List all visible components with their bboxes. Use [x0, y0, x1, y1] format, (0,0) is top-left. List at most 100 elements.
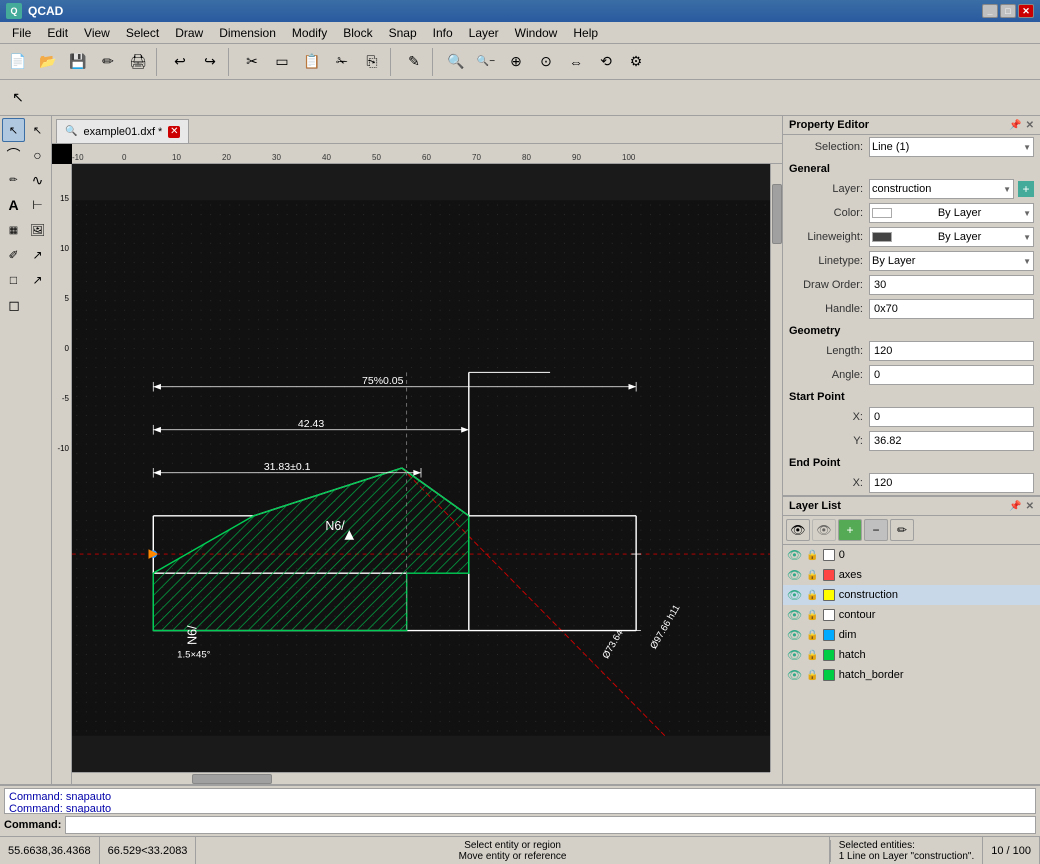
menu-edit[interactable]: Edit [39, 24, 76, 42]
toolbar-sep-4 [432, 48, 438, 76]
cut-entity-button[interactable]: ✂ [238, 48, 266, 76]
redo-button[interactable]: ↪ [196, 48, 224, 76]
cut-button[interactable]: ✁ [328, 48, 356, 76]
pencil-button[interactable]: ✎ [400, 48, 428, 76]
selection-dropdown[interactable]: Line (1) ▼ [869, 137, 1034, 157]
color-dropdown[interactable]: By Layer ▼ [869, 203, 1034, 223]
file-tab[interactable]: 🔍 example01.dxf * ✕ [56, 119, 189, 143]
layer-add-button[interactable]: + [838, 519, 862, 541]
tab-close-button[interactable]: ✕ [168, 126, 180, 138]
menu-modify[interactable]: Modify [284, 24, 335, 42]
select-arrow-tool[interactable]: ↖ [2, 118, 25, 142]
spline-tool[interactable]: ∿ [26, 168, 49, 192]
startx-value: 0 [869, 407, 1034, 427]
menubar: File Edit View Select Draw Dimension Mod… [0, 22, 1040, 44]
menu-view[interactable]: View [76, 24, 118, 42]
menu-block[interactable]: Block [335, 24, 380, 42]
layer-add-button[interactable]: + [1018, 181, 1034, 197]
zoom-window-button[interactable]: ⊙ [532, 48, 560, 76]
layer-lock-icon[interactable]: 🔒 [806, 590, 818, 601]
layer-eye-icon[interactable]: 👁 [787, 608, 802, 622]
layer-lock-icon[interactable]: 🔒 [806, 630, 818, 641]
new-button[interactable]: 📄 [4, 48, 32, 76]
layer-eye-icon[interactable]: 👁 [787, 548, 802, 562]
hscroll-thumb[interactable] [192, 774, 272, 784]
arc-tool[interactable]: ⌒ [2, 143, 25, 167]
prop-close-icon[interactable]: ✕ [1026, 120, 1034, 131]
starty-value: 36.82 [869, 431, 1034, 451]
layer-eye-icon[interactable]: 👁 [787, 628, 802, 642]
menu-select[interactable]: Select [118, 24, 167, 42]
toolbox: ↖ ↖ ⌒ ○ ✏ ∿ A ⊢ ▦ 🖼 ✐ ↗ □ ↗ ◻ [0, 116, 52, 784]
hatch-tool[interactable]: ▦ [2, 218, 25, 242]
drawing-viewport[interactable]: -10 0 10 20 30 40 50 60 70 80 90 100 15 … [52, 144, 782, 784]
prop-pin-icon[interactable]: 📌 [1009, 120, 1021, 131]
layer-eye-icon[interactable]: 👁 [787, 648, 802, 662]
circle-tool[interactable]: ○ [26, 143, 49, 167]
zoom-prev-button[interactable]: ⟲ [592, 48, 620, 76]
layer-lock-icon[interactable]: 🔒 [806, 550, 818, 561]
zoom-settings-button[interactable]: ⚙ [622, 48, 650, 76]
layer-dropdown[interactable]: construction ▼ [869, 179, 1014, 199]
drawing-canvas[interactable]: 75%0.05 42.43 31.83±0.1 [72, 164, 770, 772]
layer-close-icon[interactable]: ✕ [1026, 501, 1034, 512]
command-field[interactable] [65, 816, 1036, 834]
layer-lock-icon[interactable]: 🔒 [806, 610, 818, 621]
select-tool-button[interactable]: ↖ [4, 84, 32, 112]
vertical-scrollbar[interactable] [770, 164, 782, 772]
saveas-button[interactable]: ✏ [94, 48, 122, 76]
block-tool[interactable]: □ [2, 268, 25, 292]
layer-delete-button[interactable]: − [864, 519, 888, 541]
open-button[interactable]: 📂 [34, 48, 62, 76]
layer-pin-icon[interactable]: 📌 [1009, 501, 1021, 512]
menu-snap[interactable]: Snap [381, 24, 425, 42]
layer-item-dim: 👁 🔒 dim [783, 625, 1040, 645]
menu-file[interactable]: File [4, 24, 39, 42]
layer-lock-icon[interactable]: 🔒 [806, 570, 818, 581]
save-button[interactable]: 💾 [64, 48, 92, 76]
undo-button[interactable]: ↩ [166, 48, 194, 76]
close-button[interactable]: ✕ [1018, 4, 1034, 18]
layer-eye-icon[interactable]: 👁 [787, 568, 802, 582]
zoom-in-button[interactable]: 🔍 [442, 48, 470, 76]
layer-show-all-button[interactable]: 👁 [786, 519, 810, 541]
view3d-tool[interactable]: ◻ [2, 293, 26, 317]
copy-button[interactable]: ⎘ [358, 48, 386, 76]
polyline-tool[interactable]: ✏ [2, 168, 25, 192]
paste-entity-button[interactable]: 📋 [298, 48, 326, 76]
vscroll-thumb[interactable] [772, 184, 782, 244]
menu-info[interactable]: Info [425, 24, 461, 42]
dimension-tool[interactable]: ⊢ [26, 193, 49, 217]
layer-edit-button[interactable]: ✏ [890, 519, 914, 541]
text-tool[interactable]: A [2, 193, 25, 217]
zoom-out-button[interactable]: 🔍− [472, 48, 500, 76]
image-tool[interactable]: 🖼 [26, 218, 49, 242]
lineweight-dropdown[interactable]: By Layer ▼ [869, 227, 1034, 247]
menu-window[interactable]: Window [507, 24, 566, 42]
layer-eye-icon[interactable]: 👁 [787, 668, 802, 682]
select-arrow2-tool[interactable]: ↖ [26, 118, 49, 142]
property-editor-header: Property Editor 📌 ✕ [783, 116, 1040, 135]
trim-tool[interactable]: ↗ [26, 243, 49, 267]
freehand-tool[interactable]: ✐ [2, 243, 25, 267]
minimize-button[interactable]: _ [982, 4, 998, 18]
maximize-button[interactable]: □ [1000, 4, 1016, 18]
menu-layer[interactable]: Layer [461, 24, 507, 42]
horizontal-scrollbar[interactable] [72, 772, 770, 784]
menu-help[interactable]: Help [565, 24, 606, 42]
copy-entity-button[interactable]: ▭ [268, 48, 296, 76]
layer-hide-all-button[interactable]: 👁 [812, 519, 836, 541]
layer-lock-icon[interactable]: 🔒 [806, 650, 818, 661]
general-section-title: General [783, 159, 1040, 177]
linetype-dropdown[interactable]: By Layer ▼ [869, 251, 1034, 271]
print-button[interactable]: 🖨 [124, 48, 152, 76]
zoom-fit-button[interactable]: ⊕ [502, 48, 530, 76]
layer-lock-icon[interactable]: 🔒 [806, 670, 818, 681]
menu-dimension[interactable]: Dimension [211, 24, 284, 42]
insert-block-tool[interactable]: ↗ [26, 268, 49, 292]
layer-eye-icon[interactable]: 👁 [787, 588, 802, 602]
ruler-mark-v: 15 [60, 194, 69, 203]
endx-label: X: [789, 477, 869, 489]
zoom-pan-button[interactable]: ⇔ [562, 48, 590, 76]
menu-draw[interactable]: Draw [167, 24, 211, 42]
